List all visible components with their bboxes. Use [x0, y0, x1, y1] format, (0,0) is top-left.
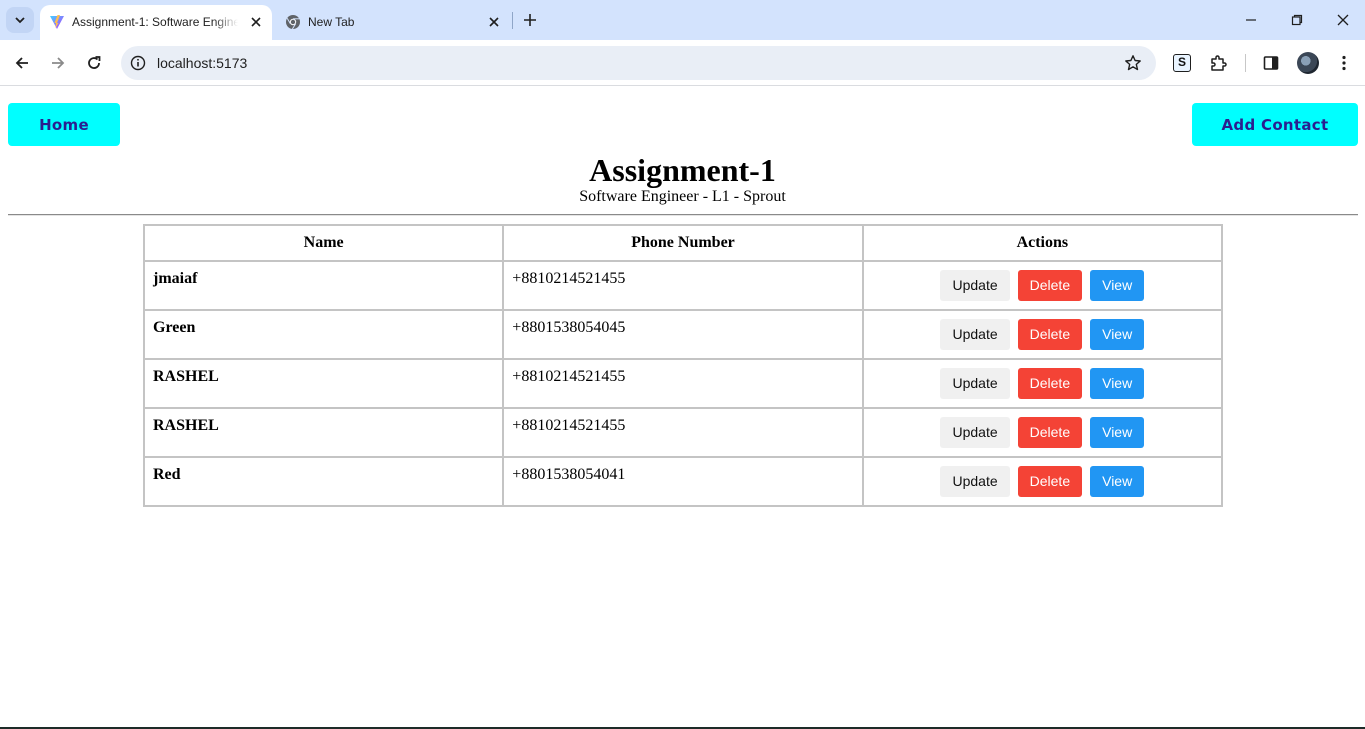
view-button[interactable]: View — [1090, 319, 1145, 350]
contact-name: jmaiaf — [144, 261, 504, 310]
delete-button[interactable]: Delete — [1017, 466, 1083, 497]
row-actions: Update Delete View — [862, 359, 1222, 408]
bookmark-star-icon[interactable] — [1124, 54, 1142, 72]
toolbar-separator — [1245, 54, 1246, 72]
site-info-icon[interactable] — [130, 55, 146, 71]
tab-title: New Tab — [308, 15, 355, 29]
restore-button[interactable] — [1274, 0, 1320, 40]
contact-phone: +8801538054045 — [503, 310, 863, 359]
plus-icon — [524, 14, 536, 26]
contact-name: Green — [144, 310, 504, 359]
restore-icon — [1291, 14, 1303, 26]
update-button[interactable]: Update — [940, 368, 1010, 399]
contacts-table: Name Phone Number Actions jmaiaf +881021… — [143, 224, 1223, 507]
table-header-row: Name Phone Number Actions — [144, 225, 1222, 261]
extension-s-button[interactable]: S — [1171, 52, 1193, 74]
minimize-button[interactable] — [1228, 0, 1274, 40]
page-content: Home Add Contact Assignment-1 Software E… — [0, 87, 1365, 729]
column-header-phone: Phone Number — [503, 225, 863, 261]
page-subtitle: Software Engineer - L1 - Sprout — [579, 188, 786, 205]
browser-menu-button[interactable] — [1333, 52, 1355, 74]
view-button[interactable]: View — [1090, 466, 1145, 497]
tab-title: Assignment-1: Software Engineer - L1 - S… — [72, 15, 238, 29]
minimize-icon — [1246, 19, 1256, 21]
update-button[interactable]: Update — [940, 466, 1010, 497]
profile-avatar[interactable] — [1297, 52, 1319, 74]
tab-search-button[interactable] — [6, 7, 34, 33]
url-text[interactable]: localhost:5173 — [157, 55, 247, 71]
table-row: Green +8801538054045 Update Delete View — [144, 310, 1222, 359]
update-button[interactable]: Update — [940, 270, 1010, 301]
add-contact-button[interactable]: Add Contact — [1192, 103, 1358, 146]
page-title: Assignment-1 — [589, 152, 776, 188]
view-button[interactable]: View — [1090, 368, 1145, 399]
contact-name: RASHEL — [144, 359, 504, 408]
table-row: Red +8801538054041 Update Delete View — [144, 457, 1222, 506]
reload-icon — [88, 56, 101, 69]
chrome-icon — [286, 15, 300, 30]
contact-name: RASHEL — [144, 408, 504, 457]
chevron-down-icon — [15, 17, 25, 24]
delete-button[interactable]: Delete — [1017, 270, 1083, 301]
table-row: jmaiaf +8810214521455 Update Delete View — [144, 261, 1222, 310]
delete-button[interactable]: Delete — [1017, 368, 1083, 399]
column-header-actions: Actions — [862, 225, 1222, 261]
view-button[interactable]: View — [1090, 270, 1145, 301]
row-actions: Update Delete View — [862, 310, 1222, 359]
vite-icon — [50, 15, 64, 29]
forward-button[interactable] — [44, 49, 72, 77]
new-tab-button[interactable] — [518, 8, 542, 32]
delete-button[interactable]: Delete — [1017, 319, 1083, 350]
browser-toolbar: localhost:5173 S — [0, 40, 1365, 86]
extensions-button[interactable] — [1207, 52, 1229, 74]
row-actions: Update Delete View — [862, 261, 1222, 310]
close-tab-icon[interactable] — [248, 14, 264, 30]
update-button[interactable]: Update — [940, 319, 1010, 350]
tab-separator — [512, 12, 513, 29]
contact-phone: +8810214521455 — [503, 408, 863, 457]
close-tab-icon[interactable] — [486, 14, 502, 30]
back-button[interactable] — [8, 49, 36, 77]
contact-name: Red — [144, 457, 504, 506]
puzzle-icon — [1211, 55, 1227, 71]
s-extension-icon: S — [1173, 54, 1191, 72]
contact-phone: +8801538054041 — [503, 457, 863, 506]
row-actions: Update Delete View — [862, 457, 1222, 506]
more-vert-icon — [1342, 55, 1346, 71]
divider — [8, 214, 1358, 216]
update-button[interactable]: Update — [940, 417, 1010, 448]
contact-phone: +8810214521455 — [503, 359, 863, 408]
address-bar[interactable]: localhost:5173 — [121, 46, 1156, 80]
contact-phone: +8810214521455 — [503, 261, 863, 310]
home-button[interactable]: Home — [8, 103, 120, 146]
close-icon — [1337, 14, 1349, 26]
row-actions: Update Delete View — [862, 408, 1222, 457]
side-panel-icon — [1263, 56, 1279, 70]
reload-button[interactable] — [80, 49, 108, 77]
tab-new-tab[interactable]: New Tab — [276, 5, 510, 40]
side-panel-button[interactable] — [1260, 52, 1282, 74]
arrow-right-icon — [52, 57, 65, 69]
arrow-left-icon — [15, 57, 28, 69]
table-row: RASHEL +8810214521455 Update Delete View — [144, 408, 1222, 457]
tab-assignment[interactable]: Assignment-1: Software Engineer - L1 - S… — [40, 5, 272, 40]
table-row: RASHEL +8810214521455 Update Delete View — [144, 359, 1222, 408]
close-window-button[interactable] — [1320, 0, 1365, 40]
tab-strip: Assignment-1: Software Engineer - L1 - S… — [0, 0, 1365, 40]
delete-button[interactable]: Delete — [1017, 417, 1083, 448]
view-button[interactable]: View — [1090, 417, 1145, 448]
column-header-name: Name — [144, 225, 504, 261]
